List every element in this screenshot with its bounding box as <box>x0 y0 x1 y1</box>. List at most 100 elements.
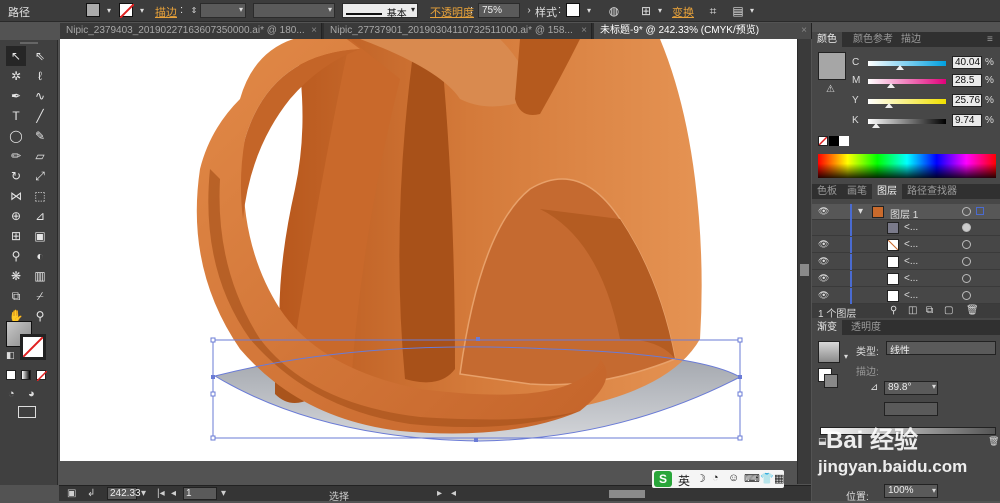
variable-width-profile-dropdown[interactable]: ▾ <box>253 3 335 18</box>
tab-brushes[interactable]: 画笔 <box>842 184 872 199</box>
new-sublayer-icon[interactable]: ⧉ <box>926 305 933 316</box>
slider-track[interactable] <box>868 79 946 84</box>
slider-knob[interactable] <box>872 123 880 128</box>
free-transform-tool-icon[interactable]: ⬚ <box>30 186 50 206</box>
stroke-label[interactable]: 描边 <box>155 4 177 20</box>
slider-track[interactable] <box>868 61 946 66</box>
target-icon[interactable] <box>962 274 971 283</box>
prev-artboard-icon[interactable]: ◂ <box>171 488 176 499</box>
ime-lang-label[interactable]: 英 <box>678 472 690 489</box>
rotate-tool-icon[interactable]: ↻ <box>6 166 26 186</box>
first-artboard-icon[interactable]: |◂ <box>157 488 165 499</box>
sublayer-name[interactable]: <... <box>904 290 918 301</box>
angle-field[interactable]: 89.8° <box>884 381 938 395</box>
zoom-dropdown-icon[interactable]: ▾ <box>141 488 146 499</box>
hscroll-left-icon[interactable]: ◂ <box>451 488 456 499</box>
artboard-dropdown-icon[interactable]: ▾ <box>221 488 226 499</box>
select-tool-icon[interactable]: ↖ <box>6 46 26 66</box>
selection-indicator[interactable] <box>976 207 984 215</box>
tab-gradient[interactable]: 渐变 <box>812 320 842 335</box>
tab-pathfinder[interactable]: 路径查找器 <box>902 184 962 199</box>
arrange-dropdown-icon[interactable]: ▾ <box>744 3 760 19</box>
sublayer-row[interactable]: 👁 <... <box>812 237 1000 253</box>
none-swatch[interactable] <box>818 136 828 146</box>
perspective-tool-icon[interactable]: ⊿ <box>30 206 50 226</box>
magic-wand-tool-icon[interactable]: ✲ <box>6 66 26 86</box>
slider-track[interactable] <box>868 99 946 104</box>
screen-mode-icon[interactable] <box>18 406 36 418</box>
eyedropper-tool-icon[interactable]: ⚲ <box>6 246 26 266</box>
stroke-indicator[interactable] <box>824 374 838 388</box>
target-icon[interactable] <box>962 207 971 216</box>
horizontal-scrollbar-thumb[interactable] <box>609 490 645 498</box>
close-icon[interactable]: × <box>581 23 587 39</box>
mesh-tool-icon[interactable]: ⊞ <box>6 226 26 246</box>
zoom-field[interactable]: 242.33 <box>107 487 141 500</box>
visibility-eye-icon[interactable]: 👁 <box>818 273 829 284</box>
pen-tool-icon[interactable]: ✒ <box>6 86 26 106</box>
location-dropdown-icon[interactable]: ▾ <box>932 486 936 495</box>
document-tab[interactable]: Nipic_27737901_20190304110732511000.ai* … <box>324 23 592 39</box>
zoom-menu-icon[interactable]: ↲ <box>87 488 95 499</box>
direct-select-tool-icon[interactable]: ⇖ <box>30 46 50 66</box>
slider-knob[interactable] <box>887 83 895 88</box>
stroke-color-box[interactable] <box>20 334 46 360</box>
gradient-preview-dropdown-icon[interactable]: ▾ <box>844 352 848 361</box>
sublayer-name[interactable]: <... <box>904 239 918 250</box>
fill-dropdown-icon[interactable]: ▾ <box>101 3 117 19</box>
slice-tool-icon[interactable]: ⌿ <box>30 286 50 306</box>
paintbrush-tool-icon[interactable]: ✎ <box>30 126 50 146</box>
sublayer-name[interactable]: <... <box>904 256 918 267</box>
visibility-eye-icon[interactable]: 👁 <box>818 256 829 267</box>
panel-grip[interactable] <box>20 42 38 44</box>
sublayer-row[interactable]: 👁 <... <box>812 254 1000 270</box>
vertical-scrollbar[interactable] <box>797 39 811 484</box>
sublayer-row[interactable]: <... <box>812 220 1000 236</box>
stroke-weight-field[interactable]: ▾ <box>200 3 246 18</box>
fill-swatch[interactable] <box>86 3 100 17</box>
out-of-gamut-icon[interactable]: ⚠ <box>826 84 835 95</box>
new-layer-icon[interactable]: ▢ <box>944 305 953 316</box>
recolor-artwork-icon[interactable]: ◍ <box>606 3 622 19</box>
sublayer-name[interactable]: <... <box>904 273 918 284</box>
line-tool-icon[interactable]: ╱ <box>30 106 50 126</box>
sublayer-name[interactable]: <... <box>904 222 918 233</box>
halfwidth-icon[interactable]: ☽ <box>696 472 706 485</box>
color-mode-icon[interactable] <box>6 370 16 380</box>
expand-arrow-icon[interactable]: ▾ <box>858 206 863 217</box>
close-icon[interactable]: × <box>801 23 807 39</box>
black-value-field[interactable]: 9.74 <box>952 114 982 127</box>
artboard[interactable] <box>60 39 797 461</box>
canvas-area[interactable] <box>59 39 811 461</box>
target-icon[interactable] <box>962 257 971 266</box>
artboard-number-field[interactable]: 1 <box>183 487 217 500</box>
draw-mode-icon[interactable]: ◔ <box>8 388 15 400</box>
slider-knob[interactable] <box>896 65 904 70</box>
clipping-mask-icon[interactable]: ◫ <box>908 305 917 316</box>
black-slider[interactable]: K 9.74 % <box>852 114 997 128</box>
sublayer-row[interactable]: 👁 <... <box>812 271 1000 287</box>
opacity-label[interactable]: 不透明度 <box>430 4 474 20</box>
color-spectrum[interactable] <box>818 154 996 178</box>
yellow-slider[interactable]: Y 25.76 % <box>852 94 997 108</box>
align-dropdown-icon[interactable]: ▾ <box>652 3 668 19</box>
document-tab[interactable]: Nipic_2379403_20190227163607350000.ai* @… <box>60 23 322 39</box>
stroke-dropdown-icon[interactable]: ▾ <box>134 3 150 19</box>
type-tool-icon[interactable]: T <box>6 106 26 126</box>
delete-layer-icon[interactable]: 🗑 <box>966 305 979 316</box>
gradient-preview[interactable] <box>818 341 840 363</box>
white-swatch[interactable] <box>839 136 849 146</box>
aspect-ratio-field[interactable] <box>884 402 938 416</box>
scrollbar-thumb[interactable] <box>800 264 809 276</box>
location-field[interactable]: 100% <box>884 484 938 498</box>
sogou-logo-icon[interactable]: S <box>654 471 672 487</box>
toolbox-icon[interactable]: ▦ <box>774 472 784 485</box>
ellipse-tool-icon[interactable]: ◯ <box>6 126 26 146</box>
close-icon[interactable]: × <box>311 23 317 39</box>
skin-icon[interactable]: 👕 <box>760 472 774 485</box>
none-mode-icon[interactable] <box>36 370 47 381</box>
pencil-tool-icon[interactable]: ✏ <box>6 146 26 166</box>
symbol-sprayer-tool-icon[interactable]: ❋ <box>6 266 26 286</box>
default-colors-icon[interactable]: ◧ <box>6 350 15 361</box>
column-graph-tool-icon[interactable]: ▥ <box>30 266 50 286</box>
